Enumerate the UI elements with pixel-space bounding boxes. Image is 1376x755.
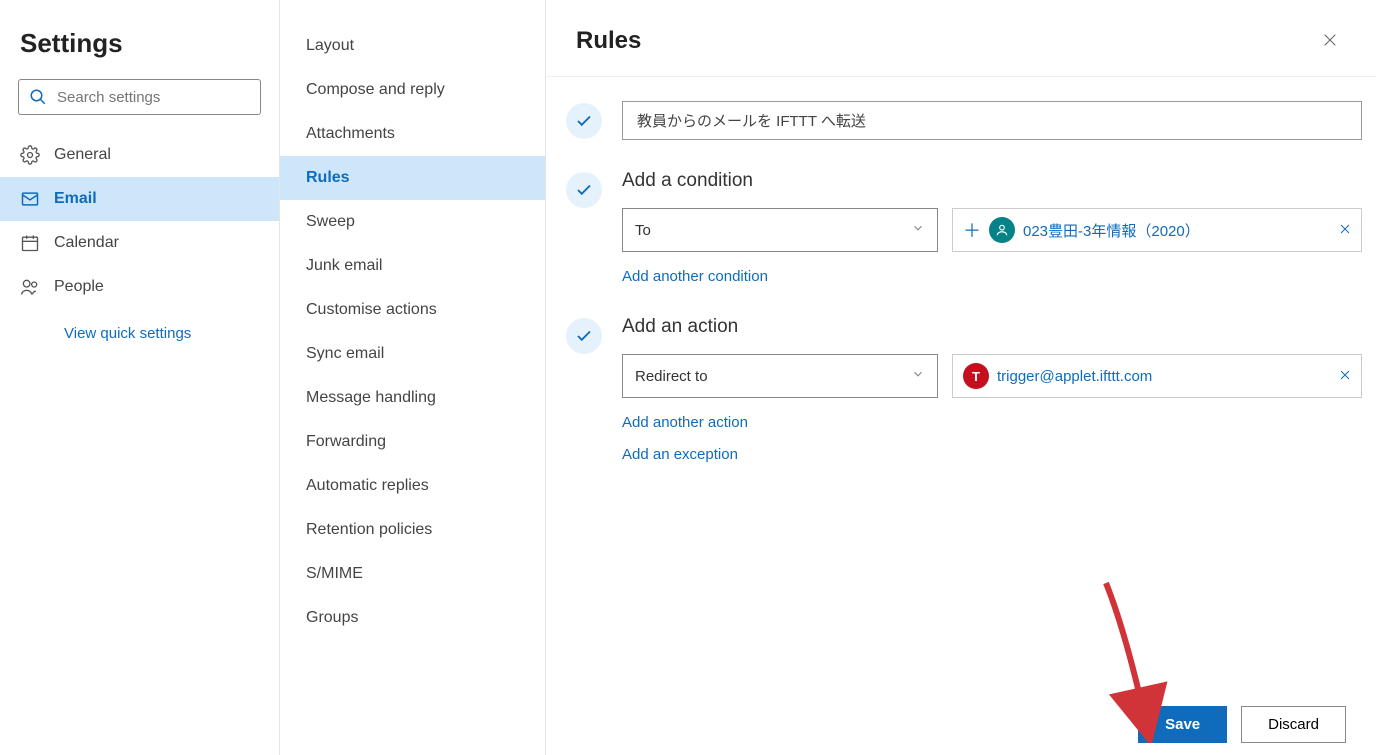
sub-attachments[interactable]: Attachments	[280, 112, 545, 156]
calendar-icon	[20, 233, 40, 253]
action-select[interactable]: Redirect to	[622, 354, 938, 398]
contact-avatar: T	[963, 363, 989, 389]
rule-name-input[interactable]	[622, 101, 1362, 140]
action-value-box[interactable]: T trigger@applet.ifttt.com	[952, 354, 1362, 398]
footer-buttons: Save Discard	[1138, 706, 1376, 755]
nav-label: General	[54, 146, 111, 164]
nav-email[interactable]: Email	[0, 177, 279, 221]
email-submenu: Layout Compose and reply Attachments Rul…	[280, 0, 546, 755]
remove-condition-chip[interactable]	[1339, 222, 1351, 239]
check-badge	[566, 318, 602, 354]
condition-heading: Add a condition	[622, 170, 1376, 192]
close-button[interactable]	[1314, 24, 1346, 58]
chevron-down-icon	[911, 221, 925, 239]
check-badge	[566, 103, 602, 139]
mail-icon	[20, 189, 40, 209]
page-title: Rules	[576, 27, 641, 55]
condition-selected-value: To	[635, 222, 651, 239]
view-quick-settings-link[interactable]: View quick settings	[0, 309, 279, 342]
sub-smime[interactable]: S/MIME	[280, 552, 545, 596]
add-exception-link[interactable]: Add an exception	[622, 446, 1376, 463]
chevron-down-icon	[911, 367, 925, 385]
nav-calendar[interactable]: Calendar	[0, 221, 279, 265]
sub-sweep[interactable]: Sweep	[280, 200, 545, 244]
sub-retention[interactable]: Retention policies	[280, 508, 545, 552]
search-input[interactable]	[57, 89, 250, 106]
action-heading: Add an action	[622, 316, 1376, 338]
sub-rules[interactable]: Rules	[280, 156, 545, 200]
add-another-condition-link[interactable]: Add another condition	[622, 268, 768, 285]
sub-junk[interactable]: Junk email	[280, 244, 545, 288]
nav-label: Calendar	[54, 234, 119, 252]
sub-forwarding[interactable]: Forwarding	[280, 420, 545, 464]
close-icon	[1322, 32, 1338, 48]
check-badge	[566, 172, 602, 208]
nav-people[interactable]: People	[0, 265, 279, 309]
person-avatar-icon	[989, 217, 1015, 243]
action-chip-label: trigger@applet.ifttt.com	[997, 368, 1331, 385]
discard-button[interactable]: Discard	[1241, 706, 1346, 743]
plus-icon: ＋	[963, 217, 981, 243]
check-icon	[575, 112, 593, 130]
check-icon	[575, 327, 593, 345]
sub-message-handling[interactable]: Message handling	[280, 376, 545, 420]
sub-customise[interactable]: Customise actions	[280, 288, 545, 332]
condition-value-box[interactable]: ＋ 023豊田-3年情報（2020）	[952, 208, 1362, 252]
nav-label: Email	[54, 190, 97, 208]
save-button[interactable]: Save	[1138, 706, 1227, 743]
condition-select[interactable]: To	[622, 208, 938, 252]
main-header: Rules	[546, 0, 1376, 77]
x-icon	[1339, 369, 1351, 381]
nav-label: People	[54, 278, 104, 296]
condition-chip-label: 023豊田-3年情報（2020）	[1023, 220, 1331, 241]
sub-auto-replies[interactable]: Automatic replies	[280, 464, 545, 508]
people-icon	[20, 277, 40, 297]
gear-icon	[20, 145, 40, 165]
sub-compose[interactable]: Compose and reply	[280, 68, 545, 112]
nav-general[interactable]: General	[0, 133, 279, 177]
check-icon	[575, 181, 593, 199]
remove-action-chip[interactable]	[1339, 368, 1351, 385]
settings-title: Settings	[0, 16, 279, 79]
action-step: Add an action Redirect to T trigger@appl…	[566, 316, 1376, 463]
x-icon	[1339, 223, 1351, 235]
search-icon	[29, 88, 47, 106]
sub-sync[interactable]: Sync email	[280, 332, 545, 376]
condition-step: Add a condition To ＋	[566, 170, 1376, 286]
sub-layout[interactable]: Layout	[280, 24, 545, 68]
action-selected-value: Redirect to	[635, 368, 708, 385]
main-panel: Rules Add a condition	[546, 0, 1376, 755]
search-settings-box[interactable]	[18, 79, 261, 115]
add-another-action-link[interactable]: Add another action	[622, 414, 748, 431]
rule-name-step	[566, 101, 1376, 140]
sub-groups[interactable]: Groups	[280, 596, 545, 640]
settings-sidebar: Settings General Email Calendar People V…	[0, 0, 280, 755]
